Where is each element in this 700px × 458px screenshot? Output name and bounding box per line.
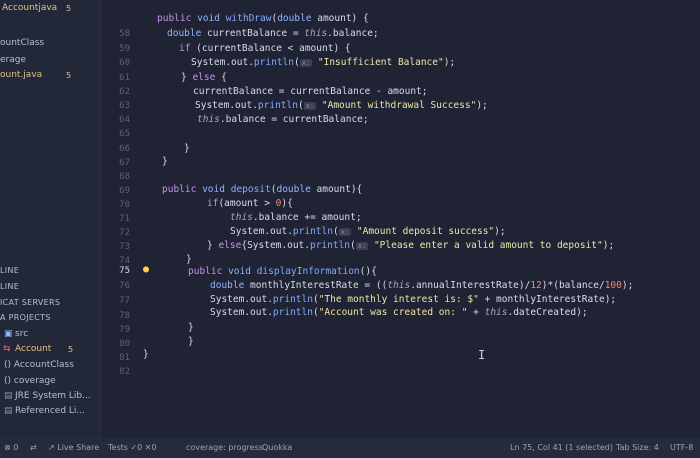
line-number: 62 (119, 87, 130, 97)
file-item-coverage[interactable]: erage (0, 55, 26, 65)
coverage-status[interactable]: coverage: progress (186, 443, 263, 452)
parameter-hint: x: (338, 228, 352, 236)
line-number: 61 (119, 73, 130, 83)
tree-item-accountclass[interactable]: () AccountClass (4, 360, 74, 370)
error-warning-indicator[interactable]: ⊗ 0 (4, 443, 18, 452)
open-editor-tab-account-java[interactable]: Accountjava (2, 3, 57, 13)
line-number: 74 (119, 256, 130, 266)
library-icon: ▤ (4, 391, 13, 401)
parameter-hint: x: (355, 242, 369, 250)
file-item-accountclass[interactable]: ountClass (0, 38, 44, 48)
line-number-current: 75 (119, 266, 130, 276)
line-number: 65 (119, 129, 130, 139)
code-line-80: } (188, 322, 194, 333)
tree-item-account[interactable]: Account (15, 344, 51, 354)
section-outline[interactable]: LINE (0, 266, 19, 275)
lightbulb-quick-fix-icon[interactable]: ● (143, 264, 149, 275)
line-number: 76 (119, 281, 130, 291)
line-number: 71 (119, 214, 130, 224)
quokka-status[interactable]: Quokka (262, 443, 292, 452)
code-line-68: } (162, 156, 168, 167)
code-line-75: } (186, 254, 192, 265)
code-line-58: public void withDraw(double amount) { (157, 13, 369, 24)
problem-count-badge: 5 (66, 4, 72, 13)
section-java-projects[interactable]: A PROJECTS (0, 313, 51, 322)
code-line-64: System.out.println(x: "Amount withdrawal… (195, 100, 488, 111)
library-icon: ▤ (4, 406, 13, 416)
package-icon: ⇆ (3, 344, 11, 354)
line-number: 80 (119, 339, 130, 349)
encoding-selector[interactable]: UTF-8 (670, 443, 693, 452)
code-line-74: } else{System.out.println(x: "Please ent… (207, 240, 615, 251)
code-editor[interactable]: public void withDraw(double amount) { do… (143, 0, 700, 438)
cursor-position[interactable]: Ln 75, Col 41 (1 selected) (510, 443, 613, 452)
file-item-account-java[interactable]: ount.java (0, 70, 42, 80)
line-number: 72 (119, 228, 130, 238)
live-share-button[interactable]: ↗ Live Share (48, 443, 99, 452)
line-number: 63 (119, 101, 130, 111)
line-number: 60 (119, 58, 130, 68)
code-line-81: } (188, 336, 194, 347)
line-number-gutter: 58 59 60 61 62 63 64 65 66 67 68 69 70 7… (100, 0, 130, 438)
code-line-77: double monthlyInterestRate = ((this.annu… (210, 280, 634, 291)
folder-icon: ▣ (4, 329, 13, 339)
line-number: 58 (119, 29, 130, 39)
line-number: 67 (119, 158, 130, 168)
code-line-73: System.out.println(x: "Amount deposit su… (230, 226, 506, 237)
status-bar: ⊗ 0 ⇄ ↗ Live Share Tests ✓0 ✕0 coverage:… (0, 438, 700, 458)
code-line-71: if(amount > 0){ (207, 198, 293, 209)
line-number: 68 (119, 172, 130, 182)
parameter-hint: x: (299, 59, 313, 67)
code-line-79: System.out.println("Account was created … (210, 307, 588, 318)
code-line-63: currentBalance = currentBalance - amount… (193, 86, 428, 97)
problem-count-badge: 5 (68, 345, 74, 354)
code-line-59: double currentBalance = this.balance; (167, 28, 379, 39)
tree-item-jre-system-library[interactable]: JRE System Lib... (15, 391, 91, 401)
text-cursor-icon: I (478, 348, 486, 362)
tab-size-selector[interactable]: Tab Size: 4 (616, 443, 659, 452)
tree-item-coverage[interactable]: () coverage (4, 376, 56, 386)
line-number: 79 (119, 325, 130, 335)
code-line-78: System.out.println("The monthly interest… (210, 294, 617, 305)
code-line-67: } (184, 143, 190, 154)
line-number: 64 (119, 115, 130, 125)
line-number: 69 (119, 186, 130, 196)
code-line-60: if (currentBalance < amount) { (179, 43, 351, 54)
code-line-82: } (143, 349, 149, 360)
code-line-70: public void deposit(double amount){ (162, 184, 363, 195)
code-line-62: } else { (181, 72, 227, 83)
tree-item-src[interactable]: src (15, 329, 28, 339)
line-number: 78 (119, 311, 130, 321)
code-line-72: this.balance += amount; (230, 212, 362, 223)
tests-indicator[interactable]: Tests ✓0 ✕0 (108, 443, 157, 452)
line-number: 82 (119, 367, 130, 377)
problem-count-badge: 5 (66, 71, 72, 80)
editor-window: Accountjava 5 ountClass erage ount.java … (0, 0, 700, 458)
line-number: 73 (119, 242, 130, 252)
line-number: 70 (119, 200, 130, 210)
tree-item-referenced-libraries[interactable]: Referenced Li... (15, 406, 85, 416)
code-line-76: public void displayInformation(){ (188, 266, 377, 277)
line-number: 81 (119, 353, 130, 363)
code-line-61: System.out.println(x: "Insufficient Bala… (191, 57, 456, 68)
section-timeline[interactable]: LINE (0, 282, 19, 291)
line-number: 66 (119, 144, 130, 154)
line-number: 77 (119, 296, 130, 306)
code-line-65: this.balance = currentBalance; (197, 114, 369, 125)
explorer-sidebar: Accountjava 5 ountClass erage ount.java … (0, 0, 101, 438)
parameter-hint: x: (303, 102, 317, 110)
line-number: 59 (119, 44, 130, 54)
sync-icon[interactable]: ⇄ (30, 443, 37, 452)
section-servers[interactable]: ICAT SERVERS (0, 298, 60, 307)
